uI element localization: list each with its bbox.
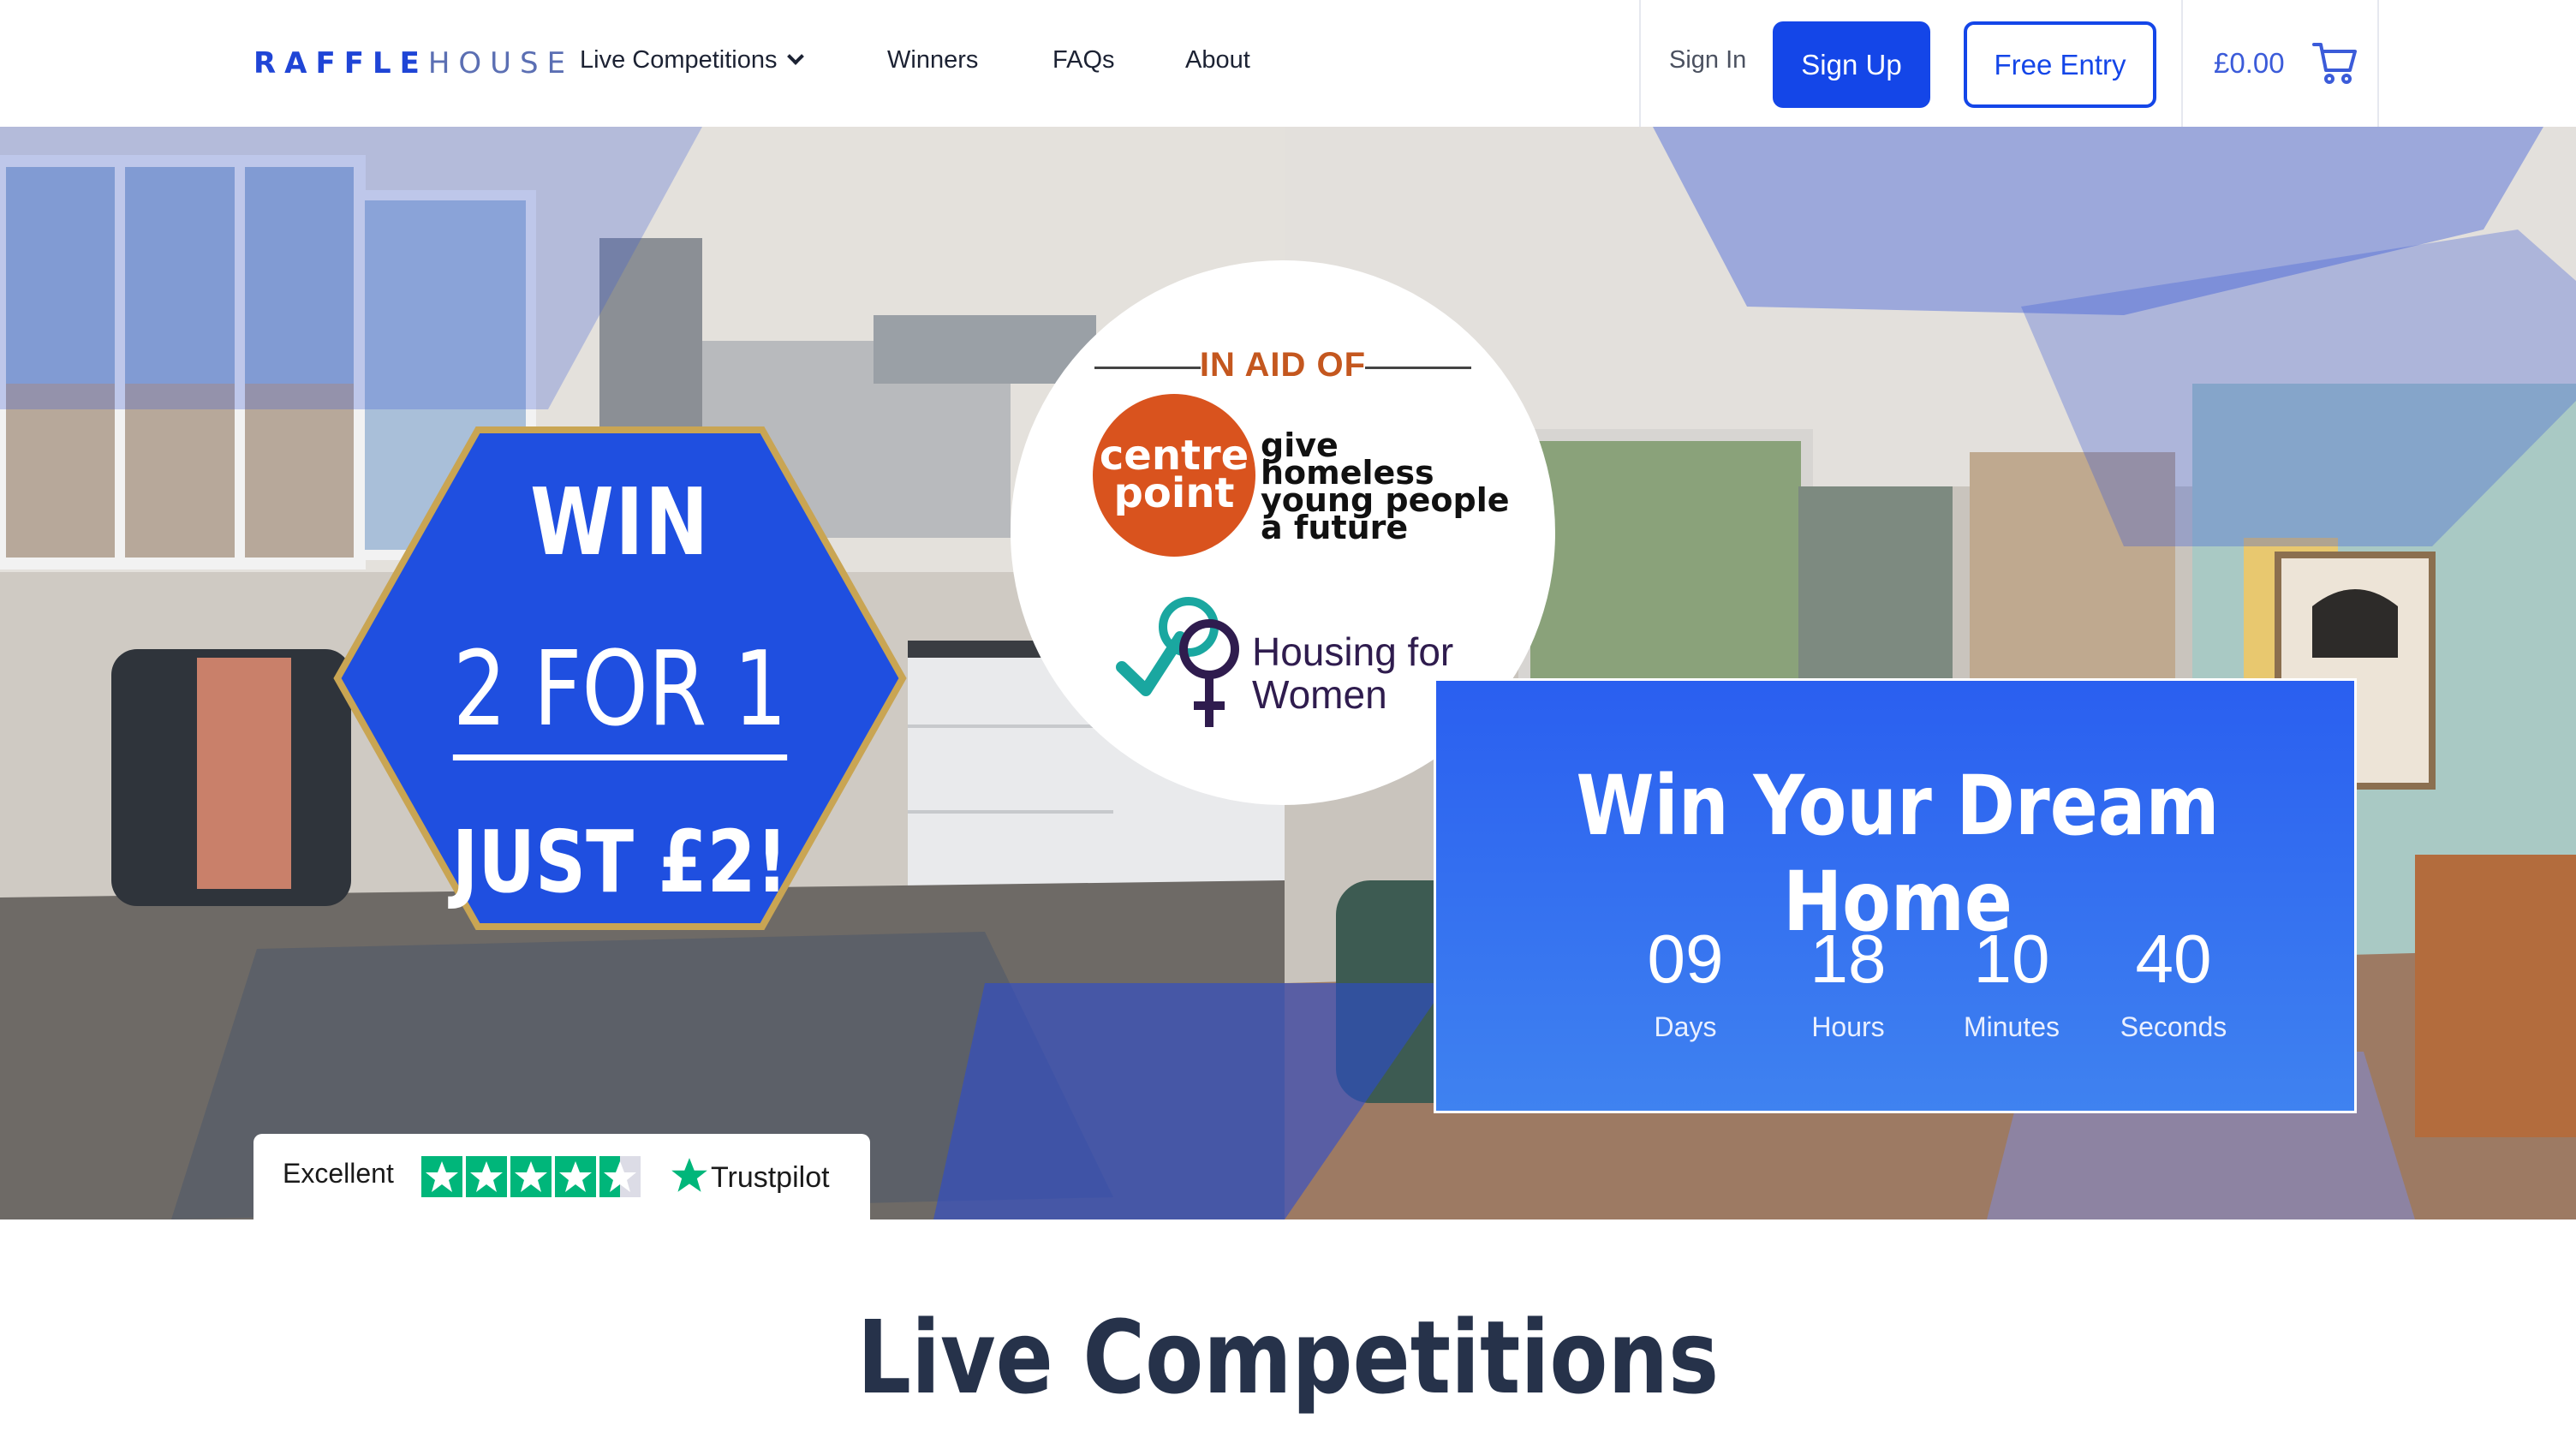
nav-winners[interactable]: Winners bbox=[887, 46, 978, 75]
trustpilot-widget[interactable]: Excellent Trustpilot bbox=[253, 1134, 870, 1219]
in-aid-of-heading: IN AID OF bbox=[1199, 346, 1367, 384]
centrepoint-logo: centre point bbox=[1093, 394, 1255, 557]
star-icon bbox=[555, 1156, 596, 1197]
free-entry-button[interactable]: Free Entry bbox=[1964, 21, 2156, 108]
countdown-seconds: 40 Seconds bbox=[2120, 921, 2227, 1042]
nav-divider bbox=[2181, 0, 2183, 127]
raffle-house-logo[interactable]: RAFFLEHOUSE bbox=[253, 46, 574, 80]
sign-in-link[interactable]: Sign In bbox=[1669, 46, 1746, 75]
trustpilot-star-icon bbox=[671, 1158, 707, 1192]
housing-for-women-icon bbox=[1116, 597, 1239, 727]
star-icon bbox=[421, 1156, 462, 1197]
countdown-panel[interactable]: Win Your Dream Home 09 Days 18 Hours 10 … bbox=[1434, 678, 2357, 1113]
trustpilot-brand: Trustpilot bbox=[711, 1161, 830, 1194]
nav-divider bbox=[2377, 0, 2379, 127]
chevron-down-icon bbox=[786, 48, 804, 65]
hero-banner[interactable]: IN AID OF centre point give homeless you… bbox=[0, 127, 2576, 1219]
trustpilot-rating-text: Excellent bbox=[283, 1158, 394, 1189]
countdown-days: 09 Days bbox=[1647, 921, 1724, 1042]
cart-icon[interactable] bbox=[2312, 39, 2358, 86]
star-icon bbox=[510, 1156, 552, 1197]
offer-two-for-one-text: 2 FOR 1 bbox=[384, 630, 856, 760]
live-competitions-heading: Live Competitions bbox=[856, 1298, 1720, 1416]
half-star-icon bbox=[599, 1156, 641, 1197]
centrepoint-tagline: give homeless young people a future bbox=[1261, 426, 1510, 546]
nav-divider bbox=[1639, 0, 1641, 127]
star-icon bbox=[466, 1156, 507, 1197]
offer-price-text: JUST £2! bbox=[451, 812, 789, 912]
nav-live-competitions[interactable]: Live Competitions bbox=[580, 46, 804, 75]
offer-win-text: WIN bbox=[530, 469, 710, 576]
countdown-hours: 18 Hours bbox=[1810, 921, 1887, 1042]
nav-about[interactable]: About bbox=[1185, 46, 1250, 75]
nav-live-competitions-label: Live Competitions bbox=[580, 46, 778, 74]
divider-line bbox=[1365, 367, 1471, 369]
nav-faqs[interactable]: FAQs bbox=[1052, 46, 1115, 75]
cart-total[interactable]: £0.00 bbox=[2214, 47, 2285, 80]
sign-up-button[interactable]: Sign Up bbox=[1773, 21, 1930, 108]
top-navbar: RAFFLEHOUSE Live Competitions Winners FA… bbox=[0, 0, 2576, 127]
countdown-minutes: 10 Minutes bbox=[1963, 921, 2060, 1042]
